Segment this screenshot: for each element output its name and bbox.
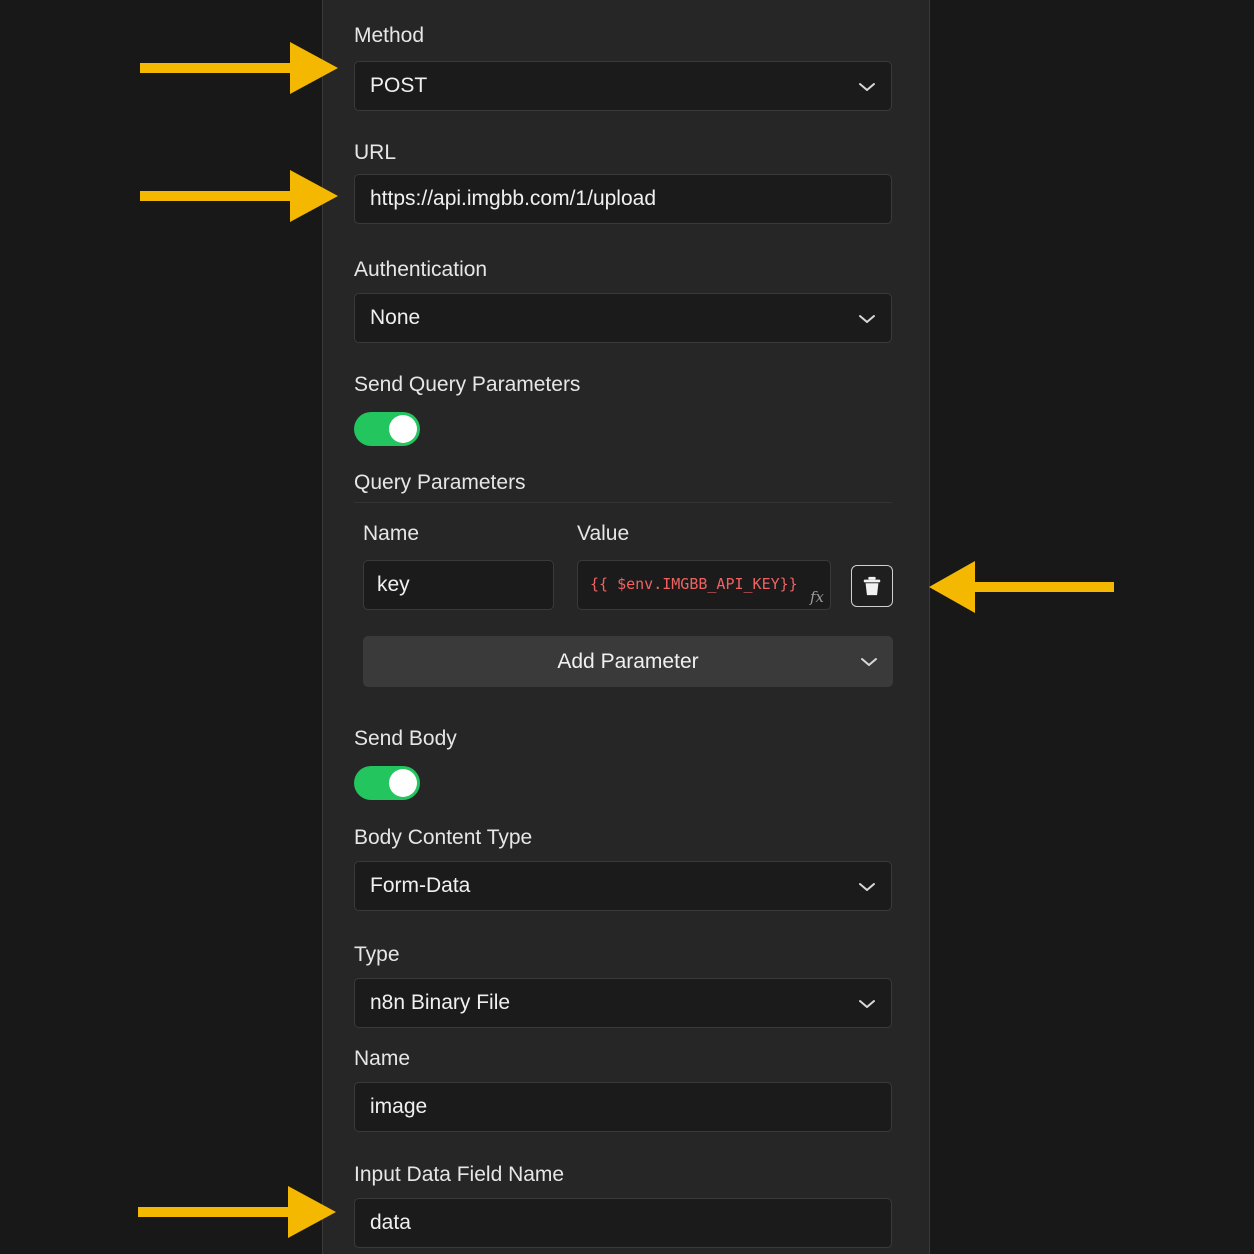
toggle-knob [389,769,417,797]
arrow-icon [138,1186,336,1238]
type-label: Type [354,943,400,966]
name-input[interactable]: image [354,1082,892,1132]
send-body-toggle[interactable] [354,766,420,800]
authentication-value: None [370,306,421,329]
param-value-expression: {{ $env.IMGBB_API_KEY}} [590,575,798,593]
authentication-select[interactable]: None [354,293,892,343]
url-value: https://api.imgbb.com/1/upload [370,187,657,210]
toggle-knob [389,415,417,443]
name-value: image [370,1095,428,1118]
add-parameter-button[interactable]: Add Parameter [363,636,893,687]
chevron-down-icon [861,658,877,666]
chevron-down-icon [859,83,875,91]
send-query-toggle[interactable] [354,412,420,446]
send-body-label: Send Body [354,727,457,750]
send-query-label: Send Query Parameters [354,373,581,396]
param-name-value: key [377,573,410,596]
body-content-type-label: Body Content Type [354,826,533,849]
arrow-icon [140,42,338,94]
param-name-input[interactable]: key [363,560,554,610]
url-label: URL [354,141,397,164]
arrow-icon [929,561,1114,613]
chevron-down-icon [859,1000,875,1008]
query-parameters-label: Query Parameters [354,471,526,494]
param-name-header: Name [363,522,420,545]
arrow-icon [140,170,338,222]
authentication-label: Authentication [354,258,488,281]
delete-parameter-button[interactable] [851,565,893,607]
input-data-field-value: data [370,1211,411,1234]
param-value-header: Value [577,522,630,545]
add-parameter-label: Add Parameter [557,650,699,673]
input-data-field-label: Input Data Field Name [354,1163,565,1186]
method-value: POST [370,74,428,97]
chevron-down-icon [859,883,875,891]
method-label: Method [354,24,425,47]
body-content-type-value: Form-Data [370,874,471,897]
url-input[interactable]: https://api.imgbb.com/1/upload [354,174,892,224]
name-label: Name [354,1047,411,1070]
method-select[interactable]: POST [354,61,892,111]
body-content-type-select[interactable]: Form-Data [354,861,892,911]
trash-icon [863,576,881,596]
section-divider [354,502,892,503]
input-data-field-input[interactable]: data [354,1198,892,1248]
type-select[interactable]: n8n Binary File [354,978,892,1028]
chevron-down-icon [859,315,875,323]
param-value-input[interactable]: {{ $env.IMGBB_API_KEY}} fx [577,560,831,610]
type-value: n8n Binary File [370,991,511,1014]
expression-fx-icon: fx [809,588,824,606]
